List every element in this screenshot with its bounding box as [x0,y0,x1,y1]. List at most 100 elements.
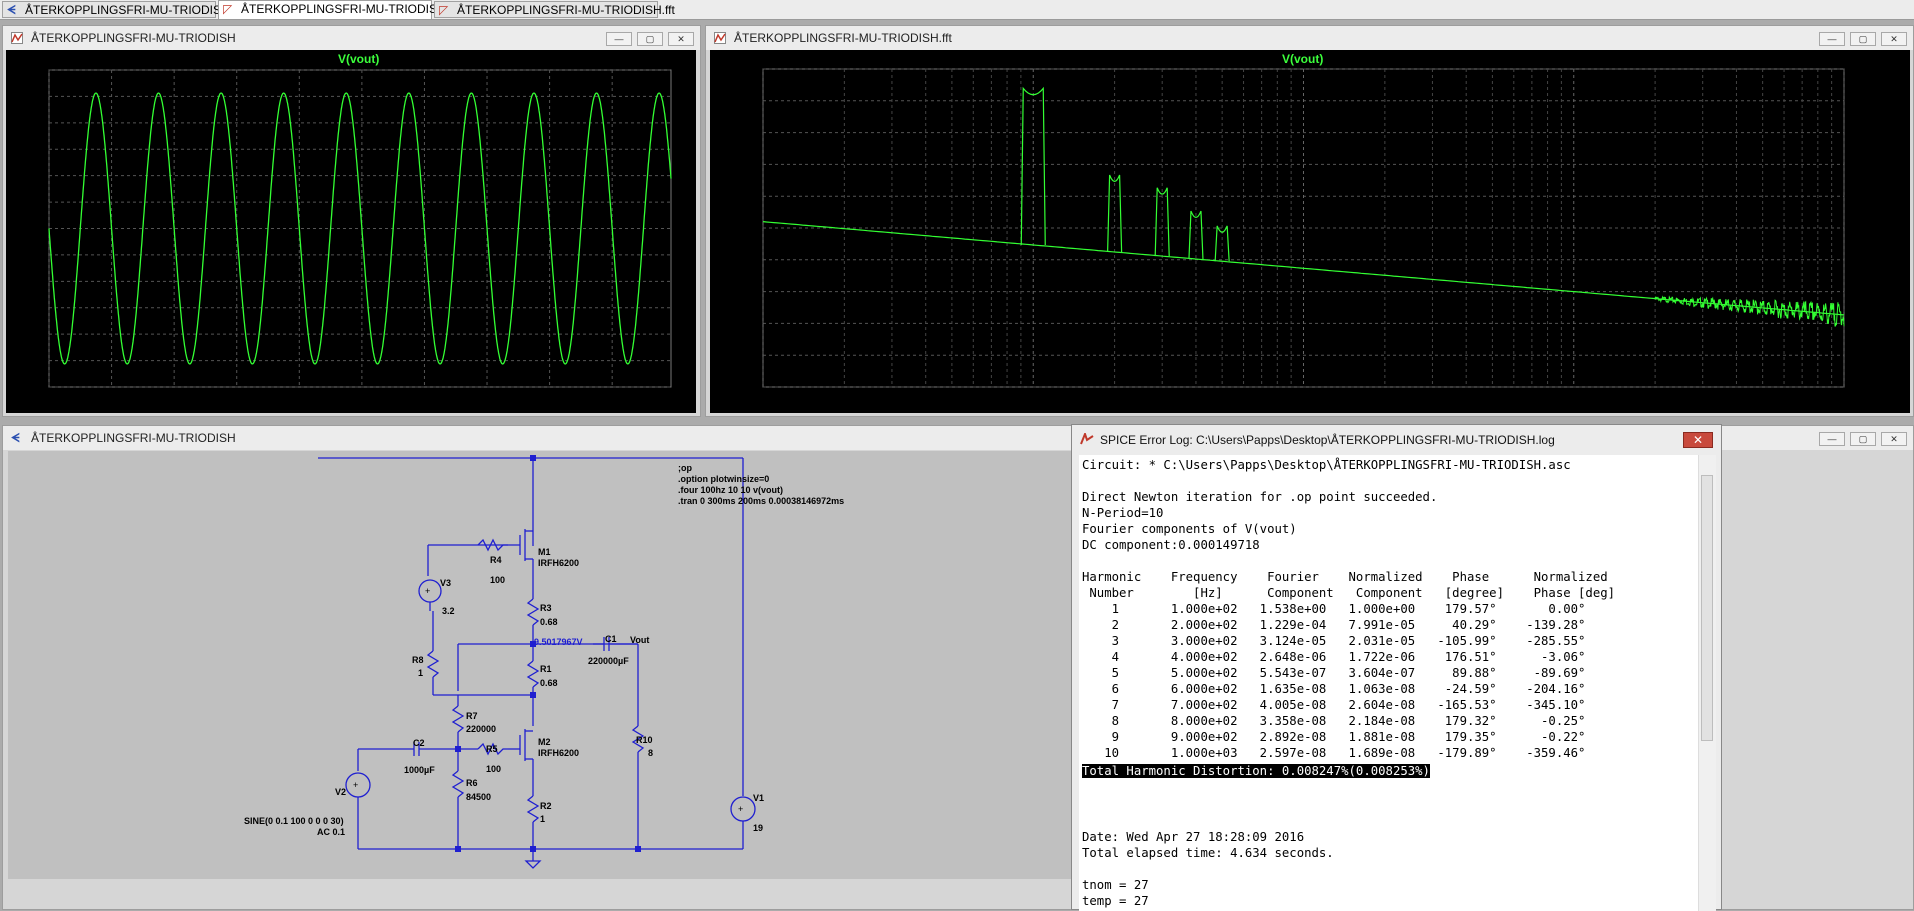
label-m2[interactable]: M2 [538,737,551,747]
thd-line[interactable]: Total Harmonic Distortion: 0.008247%(0.0… [1079,761,1698,779]
label-m1-part[interactable]: IRFH6200 [538,558,579,568]
tab-waveform[interactable]: ◸ ÅTERKOPPLINGSFRI-MU-TRIODISH [218,0,446,19]
close-button[interactable]: ✕ [1881,432,1907,446]
label-r4-val[interactable]: 100 [490,575,505,585]
label-r5[interactable]: R5 [486,744,498,754]
window-title: ÅTERKOPPLINGSFRI-MU-TRIODISH.fft [734,31,952,45]
label-r2[interactable]: R2 [540,801,552,811]
label-v1-val[interactable]: 19 [753,823,763,833]
label-r1-val[interactable]: 0.68 [540,678,558,688]
label-c1[interactable]: C1 [605,634,617,644]
label-c2[interactable]: C2 [413,738,425,748]
window-title: ÅTERKOPPLINGSFRI-MU-TRIODISH [31,431,236,445]
label-r7[interactable]: R7 [466,711,478,721]
minimize-button[interactable]: — [606,32,632,46]
log-line[interactable]: 9 9.000e+02 2.892e-08 1.881e-08 179.35° … [1082,730,1586,744]
x-tick-label: 90ms [597,389,627,403]
trace-label[interactable]: V(vout) [1282,52,1323,66]
y-tick-label: -210dB [719,316,758,331]
label-r4[interactable]: R4 [490,555,502,565]
trace-label[interactable]: V(vout) [338,52,379,66]
label-r3-val[interactable]: 0.68 [540,617,558,627]
x-tick-label: 70ms [472,389,502,403]
waveform-icon [714,32,726,44]
schematic-canvas[interactable]: + + + ;op .option plotwinsize=0 .four 10… [8,451,1071,879]
label-v3[interactable]: V3 [440,578,451,588]
label-c1-val[interactable]: 220000µF [588,656,629,666]
y-tick-label: 0.3V [21,195,46,210]
label-v2-val2[interactable]: AC 0.1 [317,827,345,837]
label-r10-val[interactable]: 8 [648,748,653,758]
log-line[interactable]: 3 3.000e+02 3.124e-05 2.031e-05 -105.99°… [1082,634,1586,648]
log-line[interactable]: 5 5.000e+02 5.543e-07 3.604e-07 89.88° -… [1082,666,1586,680]
label-r7-val[interactable]: 220000 [466,724,496,734]
label-r1[interactable]: R1 [540,664,552,674]
thd-highlight[interactable]: Total Harmonic Distortion: 0.008247%(0.0… [1082,764,1430,778]
label-v2-val1[interactable]: SINE(0 0.1 100 0 0 0 30) [244,816,344,826]
log-tail[interactable]: Date: Wed Apr 27 18:28:09 2016 Total ela… [1079,779,1698,909]
log-line[interactable]: 1 1.000e+02 1.538e+00 1.000e+00 179.57° … [1082,602,1586,616]
maximize-button[interactable]: ▢ [1850,32,1876,46]
maximize-button[interactable]: ▢ [637,32,663,46]
x-tick-label: 40ms [284,389,314,403]
label-m2-part[interactable]: IRFH6200 [538,748,579,758]
close-button[interactable]: ✕ [668,32,694,46]
fft-noise-fuzz[interactable] [1654,295,1845,327]
tab-schematic[interactable]: ᗕ ÅTERKOPPLINGSFRI-MU-TRIODISH [2,1,230,18]
log-line[interactable]: tnom = 27 [1082,878,1149,892]
close-button[interactable]: ✕ [1881,32,1907,46]
waveform-icon: ◸ [223,2,233,16]
label-vout[interactable]: Vout [630,635,649,645]
node-voltage-label[interactable]: 9.5017967V [534,637,583,647]
fft-plot-area[interactable] [710,50,1910,413]
label-r10[interactable]: R10 [636,735,653,745]
fft-noise-floor[interactable] [762,221,1845,316]
maximize-button[interactable]: ▢ [1850,432,1876,446]
log-line[interactable]: Total elapsed time: 4.634 seconds. [1082,846,1334,860]
label-r8[interactable]: R8 [412,655,424,665]
log-line[interactable]: Harmonic Frequency Fourier Normalized Ph… [1082,570,1608,584]
label-v2[interactable]: V2 [335,787,346,797]
x-tick-label: 10ms [96,389,127,403]
label-v3-val[interactable]: 3.2 [442,606,455,616]
log-line[interactable]: 7 7.000e+02 4.005e-08 2.604e-08 -165.53°… [1082,698,1586,712]
label-r2-val[interactable]: 1 [540,814,545,824]
log-lines[interactable]: Circuit: * C:\Users\Papps\Desktop\ÅTERKO… [1079,455,1698,761]
label-r8-val[interactable]: 1 [418,668,423,678]
directive-four[interactable]: .four 100hz 10 10 v(vout) [678,485,844,496]
x-tick-label: 0ms [37,389,61,403]
minimize-button[interactable]: — [1819,432,1845,446]
log-scrollbar[interactable] [1698,455,1716,911]
log-line[interactable]: DC component:0.000149718 [1082,538,1260,552]
time-plot-area[interactable] [6,50,696,413]
label-c2-val[interactable]: 1000µF [404,765,435,775]
minimize-button[interactable]: — [1819,32,1845,46]
log-line[interactable]: Date: Wed Apr 27 18:28:09 2016 [1082,830,1304,844]
directive-option[interactable]: .option plotwinsize=0 [678,474,844,485]
scrollbar-thumb[interactable] [1701,475,1713,741]
label-m1[interactable]: M1 [538,547,551,557]
log-title: SPICE Error Log: C:\Users\Papps\Desktop\… [1100,433,1555,447]
label-r5-val[interactable]: 100 [486,764,501,774]
log-line[interactable]: 4 4.000e+02 2.648e-06 1.722e-06 176.51° … [1082,650,1586,664]
log-line[interactable]: 8 8.000e+02 3.358e-08 2.184e-08 179.32° … [1082,714,1586,728]
label-r6-val[interactable]: 84500 [466,792,491,802]
log-line[interactable]: temp = 27 [1082,894,1149,908]
close-button[interactable]: ✕ [1683,432,1713,448]
label-v1[interactable]: V1 [753,793,764,803]
spice-directives[interactable]: ;op .option plotwinsize=0 .four 100hz 10… [678,463,844,507]
label-r6[interactable]: R6 [466,778,478,788]
tab-fft[interactable]: ◸ ÅTERKOPPLINGSFRI-MU-TRIODISH.fft [434,1,675,18]
log-line[interactable]: 2 2.000e+02 1.229e-04 7.991e-05 40.29° -… [1082,618,1586,632]
directive-tran[interactable]: .tran 0 300ms 200ms 0.00038146972ms [678,496,844,507]
log-line[interactable]: 10 1.000e+03 2.597e-08 1.689e-08 -179.89… [1082,746,1585,760]
log-line[interactable]: Direct Newton iteration for .op point su… [1082,490,1437,504]
log-line[interactable]: Circuit: * C:\Users\Papps\Desktop\ÅTERKO… [1082,458,1571,472]
log-line[interactable]: N-Period=10 [1082,506,1163,520]
directive-op[interactable]: ;op [678,463,844,474]
label-r3[interactable]: R3 [540,603,552,613]
log-line[interactable]: Fourier components of V(vout) [1082,522,1297,536]
log-line[interactable]: Number [Hz] Component Component [degree]… [1082,586,1615,600]
log-text-area[interactable]: Circuit: * C:\Users\Papps\Desktop\ÅTERKO… [1079,455,1698,911]
log-line[interactable]: 6 6.000e+02 1.635e-08 1.063e-08 -24.59° … [1082,682,1586,696]
